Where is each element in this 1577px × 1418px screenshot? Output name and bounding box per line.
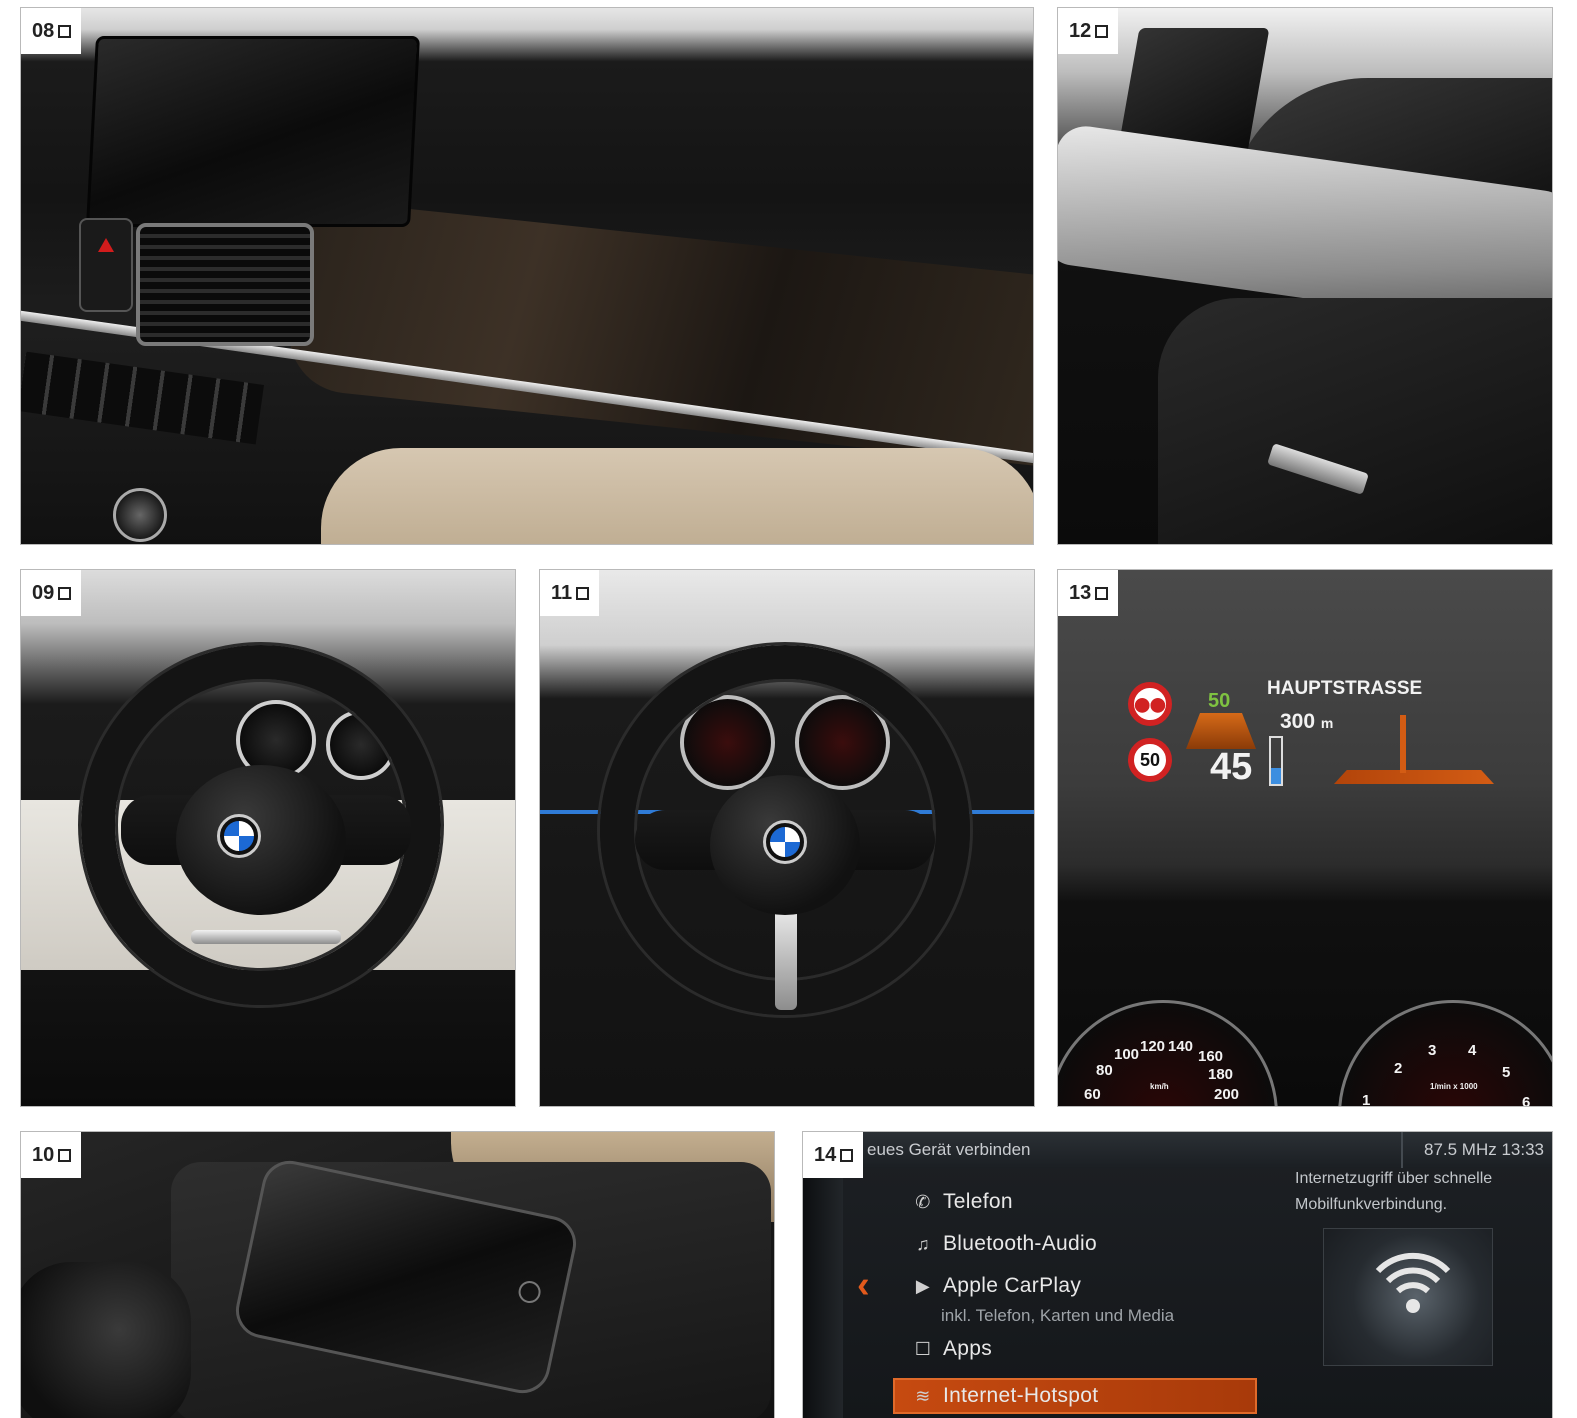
- phone-icon: ✆: [915, 1192, 931, 1212]
- speedo-unit: km/h: [1150, 1082, 1169, 1091]
- wood-trim: [283, 197, 1033, 469]
- seat-beige: [321, 448, 1033, 544]
- checkbox-icon[interactable]: [1095, 586, 1109, 600]
- tacho-unit: 1/min x 1000: [1430, 1082, 1478, 1091]
- airbag-hub: [176, 765, 346, 915]
- photo-passenger-dashboard: 12: [1057, 7, 1553, 545]
- title-separator: [1401, 1132, 1403, 1168]
- photo-m-sport-steering-wheel: 11: [539, 569, 1035, 1107]
- hotspot-description: Internetzugriff über schnelle Mobilfunkv…: [1295, 1170, 1493, 1213]
- turn-arrow-icon: [1400, 715, 1406, 773]
- idrive-title: eues Gerät verbinden: [867, 1140, 1031, 1159]
- carplay-subtitle: inkl. Telefon, Karten und Media: [941, 1306, 1175, 1325]
- bmw-logo-icon: [217, 814, 261, 858]
- speedo-tick: 60: [1084, 1086, 1101, 1103]
- photo-number: 14: [814, 1144, 837, 1166]
- checkbox-icon[interactable]: [58, 586, 72, 600]
- photo-number-tag: 10: [21, 1132, 82, 1178]
- speed-bar: [1269, 736, 1283, 786]
- photo-number-tag: 13: [1058, 570, 1119, 616]
- menu-item-apps[interactable]: ☐ Apps: [911, 1337, 992, 1361]
- street-name: HAUPTSTRASSE: [1267, 678, 1423, 699]
- chrome-accent: [775, 900, 797, 1010]
- bmw-logo-icon: [763, 820, 807, 864]
- photo-number-tag: 11: [540, 570, 600, 616]
- gear-shift-boot: [21, 1262, 191, 1418]
- car-ahead-icon: [1186, 713, 1256, 749]
- speed-limit-sign: 50: [1128, 738, 1172, 782]
- menu-item-bluetooth-audio[interactable]: ♫ Bluetooth-Audio: [911, 1232, 1097, 1256]
- radio-clock-status: 87.5 MHz 13:33: [1423, 1140, 1544, 1159]
- radio-preset-keys: [21, 351, 265, 445]
- air-vent: [136, 223, 314, 346]
- menu-item-internet-hotspot[interactable]: ≋ Internet-Hotspot: [911, 1384, 1098, 1408]
- distance-to-turn: 300 m: [1280, 710, 1334, 733]
- chevron-left-icon[interactable]: ‹: [857, 1264, 870, 1307]
- speedo-tick: 180: [1208, 1066, 1234, 1083]
- no-overtaking-sign-icon: ⬤⬤: [1128, 682, 1172, 726]
- climate-knob: [113, 488, 167, 542]
- glovebox: [1158, 298, 1552, 544]
- idrive-title-bar: eues Gerät verbinden 87.5 MHz 13:33: [803, 1132, 1552, 1168]
- hotspot-preview-tile: [1323, 1228, 1493, 1366]
- photo-number: 11: [551, 582, 573, 604]
- photo-number: 10: [32, 1144, 55, 1166]
- photo-dashboard-wood-trim: 08: [20, 7, 1034, 545]
- wifi-icon: ≋: [915, 1386, 931, 1406]
- photo-head-up-display: 13 ⬤⬤ 50 50 45 HAUPTSTRASSE 300 m 60 80 …: [1057, 569, 1553, 1107]
- menu-item-telefon[interactable]: ✆ Telefon: [911, 1190, 1013, 1214]
- central-display: [85, 36, 421, 227]
- photo-number-tag: 09: [21, 570, 82, 616]
- photo-wireless-charging-tray: 10: [20, 1131, 775, 1418]
- play-circle-icon: ▶: [915, 1276, 931, 1296]
- speedo-tick: 120: [1140, 1038, 1166, 1055]
- speedo-tick: 160: [1198, 1048, 1224, 1065]
- speedo-tick: 100: [1114, 1046, 1140, 1063]
- current-speed: 45: [1210, 746, 1253, 788]
- menu-item-apple-carplay[interactable]: ▶ Apple CarPlay: [911, 1274, 1081, 1298]
- tacho-tick: 2: [1394, 1060, 1403, 1077]
- checkbox-icon[interactable]: [1095, 24, 1109, 38]
- tacho-tick: 6: [1522, 1094, 1531, 1107]
- photo-number-tag: 08: [21, 8, 82, 54]
- tacho-tick: 4: [1468, 1042, 1477, 1059]
- photo-number: 08: [32, 20, 55, 42]
- tacho-tick: 5: [1502, 1064, 1511, 1081]
- checkbox-icon[interactable]: [840, 1148, 854, 1162]
- speedo-tick: 140: [1168, 1038, 1194, 1055]
- checkbox-icon[interactable]: [58, 1148, 72, 1162]
- chrome-accent: [191, 930, 341, 944]
- menu-item-internet-hotspot-selected[interactable]: ≋ Internet-Hotspot: [893, 1378, 1257, 1414]
- checkbox-icon[interactable]: [58, 24, 72, 38]
- music-note-icon: ♫: [916, 1234, 930, 1254]
- photo-number-tag: 14: [803, 1132, 864, 1178]
- photo-number: 12: [1069, 20, 1092, 42]
- apps-square-icon: ☐: [914, 1339, 932, 1359]
- checkbox-icon[interactable]: [576, 586, 590, 600]
- speedo-tick: 80: [1096, 1062, 1113, 1079]
- recommended-speed: 50: [1208, 690, 1231, 712]
- photo-number: 13: [1069, 582, 1092, 604]
- left-edge-strip: [803, 1168, 843, 1418]
- speedo-tick: 200: [1214, 1086, 1240, 1103]
- tacho-tick: 3: [1428, 1042, 1437, 1059]
- wireless-signal-icon: [1375, 1252, 1451, 1313]
- photo-number: 09: [32, 582, 55, 604]
- navigation-road-icon: [1334, 770, 1494, 784]
- photo-number-tag: 12: [1058, 8, 1119, 54]
- tacho-tick: 1: [1362, 1092, 1371, 1107]
- hazard-button-icon: [79, 218, 133, 312]
- photo-idrive-connectivity-menu: 14 eues Gerät verbinden 87.5 MHz 13:33 ‹…: [802, 1131, 1553, 1418]
- photo-sport-steering-wheel: 09: [20, 569, 516, 1107]
